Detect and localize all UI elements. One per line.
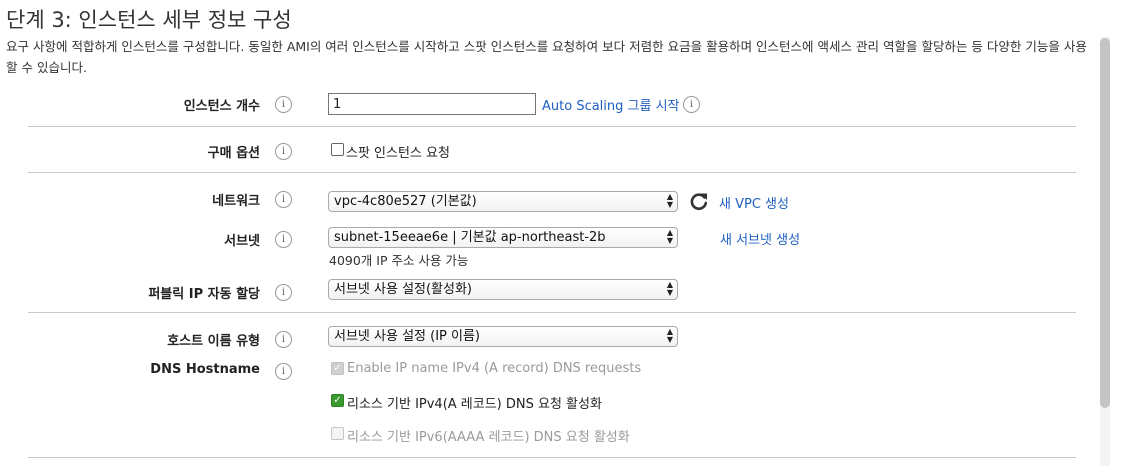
spot-instance-checkbox[interactable] (331, 143, 344, 156)
public-ip-select-value: 서브넷 사용 설정(활성화) (334, 282, 473, 297)
hostname-type-select[interactable]: 서브넷 사용 설정 (IP 이름) ▲ ▼ (328, 326, 678, 347)
subnet-select[interactable]: subnet-15eeae6e | 기본값 ap-northeast-2b ▲ ▼ (328, 227, 678, 248)
divider (28, 172, 1076, 173)
info-icon[interactable]: i (275, 191, 292, 208)
ipv4-resource-dns-checkbox[interactable]: ✓ (331, 394, 344, 407)
ipv4-name-dns-checkbox: ✓ (331, 362, 344, 375)
select-arrows-icon: ▲ ▼ (666, 228, 673, 245)
info-icon[interactable]: i (275, 284, 292, 301)
available-ip-count: 4090개 IP 주소 사용 가능 (329, 253, 469, 268)
info-icon[interactable]: i (275, 331, 292, 348)
divider (28, 312, 1076, 313)
auto-scaling-link[interactable]: Auto Scaling 그룹 시작 (542, 95, 680, 114)
purchase-option-label: 구매 옵션 (207, 146, 260, 161)
ipv4-resource-dns-label: 리소스 기반 IPv4(A 레코드) DNS 요청 활성화 (347, 397, 602, 412)
public-ip-label: 퍼블릭 IP 자동 할당 (148, 287, 260, 302)
refresh-icon[interactable] (689, 191, 709, 211)
create-vpc-link[interactable]: 새 VPC 생성 (719, 193, 789, 212)
instance-count-input[interactable] (328, 93, 536, 115)
hostname-type-select-value: 서브넷 사용 설정 (IP 이름) (334, 329, 480, 344)
info-icon[interactable]: i (275, 231, 292, 248)
page-description: 요구 사항에 적합하게 인스턴스를 구성합니다. 동일한 AMI의 여러 인스턴… (6, 39, 1087, 75)
info-icon[interactable]: i (275, 143, 292, 160)
select-arrows-icon: ▲ ▼ (666, 280, 673, 297)
network-label: 네트워크 (212, 194, 260, 209)
hostname-type-label: 호스트 이름 유형 (167, 334, 260, 349)
page-title: 단계 3: 인스턴스 세부 정보 구성 (6, 8, 292, 32)
divider (28, 126, 1076, 127)
info-icon[interactable]: i (275, 96, 292, 113)
network-select-value: vpc-4c80e527 (기본값) (334, 194, 477, 209)
divider (28, 457, 1076, 458)
subnet-select-value: subnet-15eeae6e | 기본값 ap-northeast-2b (334, 230, 606, 245)
create-subnet-link[interactable]: 새 서브넷 생성 (720, 229, 800, 248)
scrollbar-thumb[interactable] (1100, 38, 1110, 408)
ipv6-resource-dns-checkbox (331, 427, 344, 440)
select-arrows-icon: ▲ ▼ (666, 192, 673, 209)
select-arrows-icon: ▲ ▼ (666, 327, 673, 344)
spot-instance-label: 스팟 인스턴스 요청 (346, 146, 450, 161)
dns-hostname-label: DNS Hostname (150, 362, 260, 377)
info-icon[interactable]: i (683, 96, 700, 113)
instance-count-label: 인스턴스 개수 (183, 99, 260, 114)
subnet-label: 서브넷 (224, 234, 260, 249)
info-icon[interactable]: i (275, 363, 292, 380)
network-select[interactable]: vpc-4c80e527 (기본값) ▲ ▼ (328, 191, 678, 212)
ipv4-name-dns-label: Enable IP name IPv4 (A record) DNS reque… (347, 361, 642, 376)
ipv6-resource-dns-label: 리소스 기반 IPv6(AAAA 레코드) DNS 요청 활성화 (347, 430, 630, 445)
public-ip-select[interactable]: 서브넷 사용 설정(활성화) ▲ ▼ (328, 279, 678, 300)
